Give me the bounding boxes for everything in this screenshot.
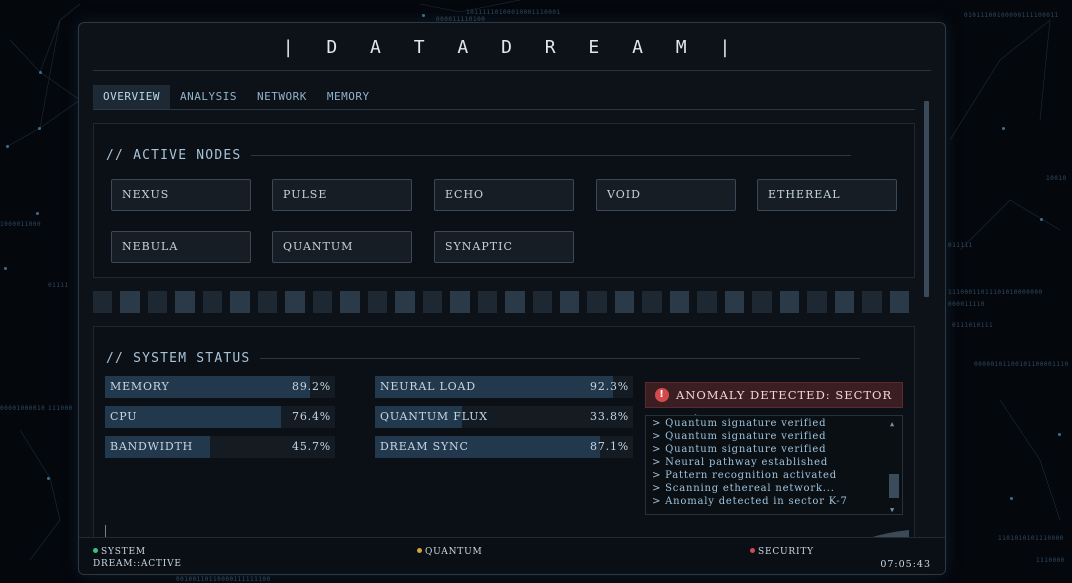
log-line: > Neural pathway established [652,457,829,468]
metric-quantum-flux: QUANTUM FLUX 33.8% [375,406,633,428]
node-void[interactable]: VOID [596,179,736,211]
background-bits: 1000011000 [0,221,42,228]
log-line: > Quantum signature verified [652,431,827,442]
background-bits: 011111 [948,242,973,249]
tab-network[interactable]: NETWORK [247,85,317,109]
background-bits: 1101010101110000 [998,535,1064,542]
background-dot [1058,433,1061,436]
metric-value: 92.3% [590,380,629,393]
background-bits: 10111110100010001110001 [466,9,561,16]
status-bar: SYSTEM DREAM::ACTIVE QUANTUM SECURITY 07… [79,537,945,574]
background-bits: 000011110 [948,301,986,308]
anomaly-alert[interactable]: ! ANOMALY DETECTED: SECTOR H-12 [645,382,903,426]
metric-label: DREAM SYNC [380,440,469,453]
heading-rule [251,155,852,156]
system-status-heading: // SYSTEM STATUS [106,351,251,366]
background-bits: 00000101100101100001110 [974,361,1069,368]
active-nodes-panel: // ACTIVE NODES NEXUS PULSE ECHO VOID ET… [93,123,915,278]
background-dot [36,212,39,215]
metric-value: 45.7% [292,440,331,453]
background-dot [4,267,7,270]
background-dot [422,14,425,17]
metric-bandwidth: BANDWIDTH 45.7% [105,436,335,458]
log-lines: > Quantum signature verified > Quantum s… [646,417,848,508]
status-dot-icon [417,548,422,553]
metric-value: 89.2% [292,380,331,393]
main-window: | D A T A D R E A M | OVERVIEW ANALYSIS … [78,22,946,575]
node-synaptic[interactable]: SYNAPTIC [434,231,574,263]
log-scrollbar[interactable]: ▲ ▼ [888,418,900,514]
tab-divider [93,109,915,110]
background-bits: 10010 [1046,175,1067,182]
heading-rule [260,358,861,359]
status-quantum-label: QUANTUM [425,547,483,557]
node-nexus[interactable]: NEXUS [111,179,251,211]
background-bits: 00001000010 [0,405,46,412]
main-scroll-thumb[interactable] [924,101,929,297]
tab-overview[interactable]: OVERVIEW [93,85,170,109]
data-stream-strip [93,291,910,313]
metric-label: NEURAL LOAD [380,380,476,393]
scroll-down-icon[interactable]: ▼ [890,506,894,514]
background-bits: 00100110110000111111100 [176,576,271,583]
background-dot [1002,127,1005,130]
log-line: > Quantum signature verified [652,418,827,429]
metric-value: 87.1% [590,440,629,453]
metric-value: 33.8% [590,410,629,423]
status-dot-icon [750,548,755,553]
status-system: SYSTEM [93,547,146,558]
log-line: > Quantum signature verified [652,444,827,455]
status-system-state: DREAM::ACTIVE [93,559,182,569]
app-title: | D A T A D R E A M | [93,33,931,71]
node-ethereal[interactable]: ETHEREAL [757,179,897,211]
clock: 07:05:43 [880,559,931,570]
background-bits: 111000 [48,405,73,412]
metric-label: MEMORY [110,380,170,393]
active-nodes-title: // ACTIVE NODES [106,148,852,163]
background-dot [38,127,41,130]
tab-memory[interactable]: MEMORY [317,85,380,109]
background-bits: 0111010111 [952,322,994,329]
background-dot [39,71,42,74]
metric-label: QUANTUM FLUX [380,410,488,423]
background-bits: 11100011011101010000000 [948,289,1043,296]
metric-memory: MEMORY 89.2% [105,376,335,398]
system-status-title: // SYSTEM STATUS [106,351,861,366]
background-dot [47,477,50,480]
node-echo[interactable]: ECHO [434,179,574,211]
tab-bar: OVERVIEW ANALYSIS NETWORK MEMORY [93,85,380,109]
metric-label: BANDWIDTH [110,440,194,453]
event-log[interactable]: > Quantum signature verified > Quantum s… [645,415,903,515]
metric-value: 76.4% [292,410,331,423]
status-security-label: SECURITY [758,547,814,557]
background-dot [1040,218,1043,221]
status-quantum: QUANTUM [417,547,482,558]
background-bits: 01111 [48,282,69,289]
log-line: > Pattern recognition activated [652,470,837,481]
tab-analysis[interactable]: ANALYSIS [170,85,247,109]
background-dot [6,145,9,148]
exclamation-icon: ! [655,388,669,402]
node-quantum[interactable]: QUANTUM [272,231,412,263]
metric-cpu: CPU 76.4% [105,406,335,428]
node-pulse[interactable]: PULSE [272,179,412,211]
node-nebula[interactable]: NEBULA [111,231,251,263]
metric-dream-sync: DREAM SYNC 87.1% [375,436,633,458]
status-dot-icon [93,548,98,553]
metric-neural-load: NEURAL LOAD 92.3% [375,376,633,398]
log-scroll-thumb[interactable] [889,474,899,498]
log-line: > Anomaly detected in sector K-7 [652,496,848,507]
background-bits: 1110000 [1036,557,1065,564]
status-system-label: SYSTEM [101,547,146,557]
active-nodes-heading: // ACTIVE NODES [106,148,242,163]
log-line: > Scanning ethereal network... [652,483,835,494]
background-dot [1010,497,1013,500]
metric-label: CPU [110,410,138,423]
scroll-up-icon[interactable]: ▲ [890,420,894,428]
background-bits: 01011100100000111100011 [964,12,1059,19]
status-security: SECURITY [750,547,814,558]
main-scrollbar[interactable]: ▼ [923,95,931,535]
